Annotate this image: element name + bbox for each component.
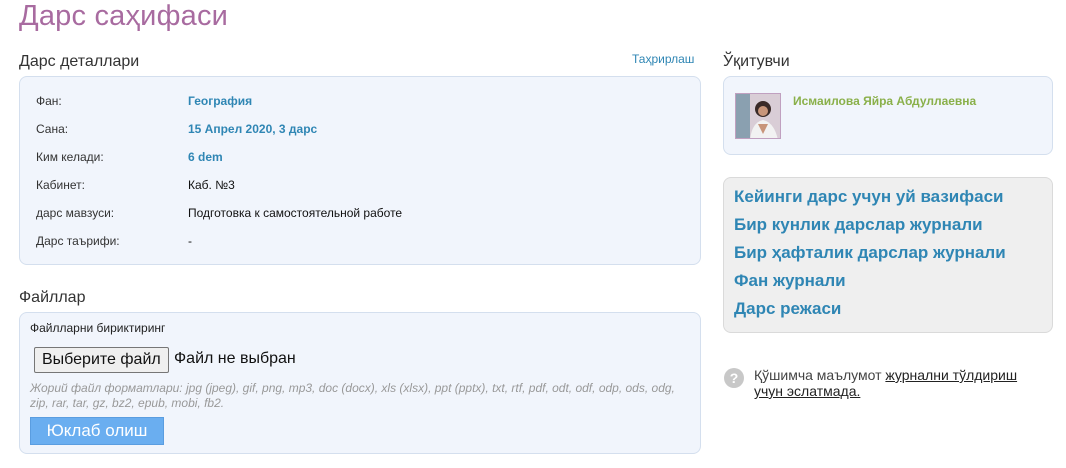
- weekly-journal-link[interactable]: Бир ҳафталик дарслар журнали: [734, 243, 1006, 263]
- help-note: Қўшимча маълумот журнални тўлдириш учун …: [754, 367, 1044, 399]
- detail-label: Ким келади:: [36, 150, 104, 164]
- class-link[interactable]: 6 dem: [188, 149, 223, 165]
- teacher-panel: Исмаилова Яйра Абдуллаевна: [723, 76, 1053, 155]
- teacher-section-title: Ўқитувчи: [723, 53, 790, 70]
- file-formats-note: Жорий файл форматлари: jpg (jpeg), gif, …: [30, 381, 690, 411]
- subject-journal-link[interactable]: Фан журнали: [734, 271, 846, 291]
- detail-label: Сана:: [36, 122, 69, 136]
- quick-links-panel: Кейинги дарс учун уй вазифаси Бир кунлик…: [723, 177, 1053, 333]
- detail-label: дарс мавзуси:: [36, 206, 115, 220]
- formats-label: Жорий файл форматлари:: [30, 381, 183, 395]
- topic-value: Подготовка к самостоятельной работе: [188, 206, 403, 220]
- detail-label: Дарс таърифи:: [36, 234, 120, 248]
- avatar-photo-icon: [736, 94, 780, 138]
- lesson-plan-link[interactable]: Дарс режаси: [734, 299, 841, 319]
- help-text: Қўшимча маълумот: [754, 367, 882, 383]
- room-value: Каб. №3: [188, 178, 235, 192]
- question-circle-icon: ?: [724, 368, 744, 388]
- edit-link[interactable]: Таҳрирлаш: [632, 52, 694, 66]
- homework-link[interactable]: Кейинги дарс учун уй вазифаси: [734, 187, 1004, 207]
- detail-label: Фан:: [36, 94, 62, 108]
- page-title: Дарс саҳифаси: [19, 0, 229, 32]
- details-section-title: Дарс деталлари: [19, 53, 140, 70]
- teacher-avatar[interactable]: [735, 93, 781, 139]
- files-panel: Файлларни бириктиринг Выберите файл Файл…: [19, 312, 701, 454]
- files-section-title: Файллар: [19, 289, 86, 306]
- lesson-details-panel: Фан: География Сана: 15 Апрел 2020, 3 да…: [19, 76, 701, 265]
- daily-journal-link[interactable]: Бир кунлик дарслар журнали: [734, 215, 983, 235]
- upload-button[interactable]: Юклаб олиш: [30, 417, 164, 445]
- choose-file-button[interactable]: Выберите файл: [34, 347, 169, 373]
- description-value: -: [188, 234, 192, 248]
- detail-label: Кабинет:: [36, 178, 85, 192]
- file-status: Файл не выбран: [174, 350, 296, 367]
- teacher-name-link[interactable]: Исмаилова Яйра Абдуллаевна: [793, 94, 976, 108]
- attach-files-label: Файлларни бириктиринг: [30, 321, 166, 335]
- subject-link[interactable]: География: [188, 93, 252, 109]
- date-link[interactable]: 15 Апрел 2020, 3 дарс: [188, 121, 317, 137]
